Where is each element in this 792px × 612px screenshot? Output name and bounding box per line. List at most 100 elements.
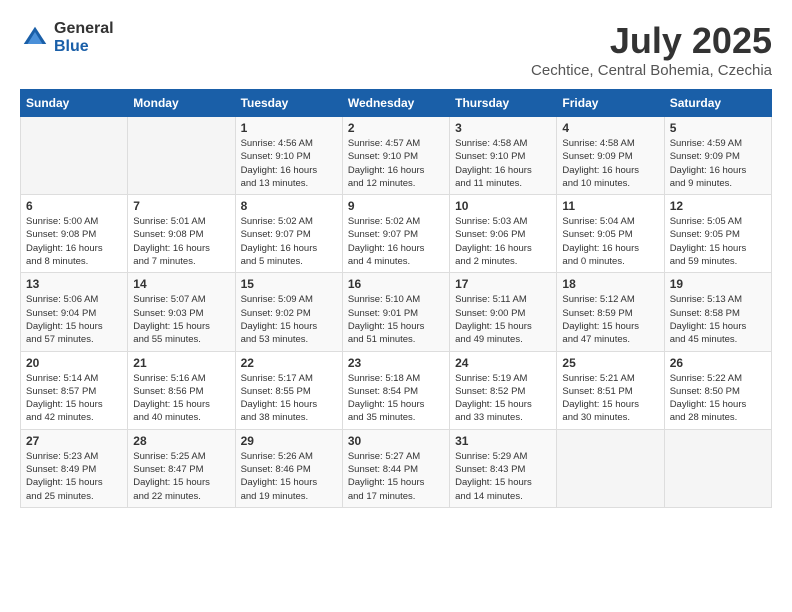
calendar-cell: 27Sunrise: 5:23 AM Sunset: 8:49 PM Dayli… bbox=[21, 429, 128, 507]
calendar-cell: 24 Sunrise: 5:19 AM Sunset: 8:52 PM Dayli… bbox=[450, 351, 557, 429]
calendar-cell: 16 Sunrise: 5:10 AM Sunset: 9:01 PM Dayli… bbox=[342, 273, 449, 351]
calendar-cell: 7Sunrise: 5:01 AM Sunset: 9:08 PM Daylig… bbox=[128, 195, 235, 273]
calendar-cell: 10Sunrise: 5:03 AM Sunset: 9:06 PM Dayli… bbox=[450, 195, 557, 273]
calendar-cell: 18 Sunrise: 5:12 AM Sunset: 8:59 PM Dayli… bbox=[557, 273, 664, 351]
calendar-cell bbox=[128, 117, 235, 195]
calendar-cell: 23Sunrise: 5:18 AM Sunset: 8:54 PM Dayli… bbox=[342, 351, 449, 429]
location-title: Cechtice, Central Bohemia, Czechia bbox=[531, 62, 772, 79]
calendar-cell: 29Sunrise: 5:26 AM Sunset: 8:46 PM Dayli… bbox=[235, 429, 342, 507]
day-number: 29 bbox=[241, 434, 337, 448]
calendar-cell: 12 Sunrise: 5:05 AM Sunset: 9:05 PM Dayli… bbox=[664, 195, 771, 273]
logo-icon bbox=[20, 23, 50, 53]
day-info: Sunrise: 4:56 AM Sunset: 9:10 PM Dayligh… bbox=[241, 137, 337, 190]
day-info: Sunrise: 5:17 AM Sunset: 8:55 PM Dayligh… bbox=[241, 372, 337, 425]
calendar-cell: 31 Sunrise: 5:29 AM Sunset: 8:43 PM Dayli… bbox=[450, 429, 557, 507]
day-number: 17 bbox=[455, 277, 551, 291]
day-number: 30 bbox=[348, 434, 444, 448]
week-row-3: 13 Sunrise: 5:06 AM Sunset: 9:04 PM Dayli… bbox=[21, 273, 772, 351]
header-monday: Monday bbox=[128, 90, 235, 117]
day-info: Sunrise: 5:12 AM Sunset: 8:59 PM Dayligh… bbox=[562, 293, 658, 346]
day-number: 8 bbox=[241, 199, 337, 213]
day-info: Sunrise: 5:25 AM Sunset: 8:47 PM Dayligh… bbox=[133, 450, 229, 503]
calendar-cell: 3Sunrise: 4:58 AM Sunset: 9:10 PM Daylig… bbox=[450, 117, 557, 195]
header-wednesday: Wednesday bbox=[342, 90, 449, 117]
day-number: 14 bbox=[133, 277, 229, 291]
header-tuesday: Tuesday bbox=[235, 90, 342, 117]
day-info: Sunrise: 5:01 AM Sunset: 9:08 PM Dayligh… bbox=[133, 215, 229, 268]
week-row-4: 20 Sunrise: 5:14 AM Sunset: 8:57 PM Dayli… bbox=[21, 351, 772, 429]
calendar-cell: 26 Sunrise: 5:22 AM Sunset: 8:50 PM Dayli… bbox=[664, 351, 771, 429]
day-number: 25 bbox=[562, 356, 658, 370]
month-title: July 2025 bbox=[531, 20, 772, 62]
calendar-cell: 4 Sunrise: 4:58 AM Sunset: 9:09 PM Daylig… bbox=[557, 117, 664, 195]
calendar-cell bbox=[664, 429, 771, 507]
week-row-5: 27Sunrise: 5:23 AM Sunset: 8:49 PM Dayli… bbox=[21, 429, 772, 507]
calendar-cell: 22Sunrise: 5:17 AM Sunset: 8:55 PM Dayli… bbox=[235, 351, 342, 429]
day-info: Sunrise: 4:59 AM Sunset: 9:09 PM Dayligh… bbox=[670, 137, 766, 190]
day-number: 5 bbox=[670, 121, 766, 135]
day-number: 18 bbox=[562, 277, 658, 291]
header-sunday: Sunday bbox=[21, 90, 128, 117]
day-number: 20 bbox=[26, 356, 122, 370]
day-number: 23 bbox=[348, 356, 444, 370]
header-thursday: Thursday bbox=[450, 90, 557, 117]
logo-general: General bbox=[54, 20, 114, 38]
calendar-cell: 6 Sunrise: 5:00 AM Sunset: 9:08 PM Daylig… bbox=[21, 195, 128, 273]
calendar-cell: 9 Sunrise: 5:02 AM Sunset: 9:07 PM Daylig… bbox=[342, 195, 449, 273]
day-number: 28 bbox=[133, 434, 229, 448]
day-number: 27 bbox=[26, 434, 122, 448]
day-number: 2 bbox=[348, 121, 444, 135]
day-info: Sunrise: 5:19 AM Sunset: 8:52 PM Dayligh… bbox=[455, 372, 551, 425]
day-info: Sunrise: 5:14 AM Sunset: 8:57 PM Dayligh… bbox=[26, 372, 122, 425]
day-info: Sunrise: 4:58 AM Sunset: 9:09 PM Dayligh… bbox=[562, 137, 658, 190]
calendar-cell: 11Sunrise: 5:04 AM Sunset: 9:05 PM Dayli… bbox=[557, 195, 664, 273]
week-row-1: 1 Sunrise: 4:56 AM Sunset: 9:10 PM Daylig… bbox=[21, 117, 772, 195]
logo-text: General Blue bbox=[54, 20, 114, 55]
day-info: Sunrise: 5:02 AM Sunset: 9:07 PM Dayligh… bbox=[348, 215, 444, 268]
day-number: 6 bbox=[26, 199, 122, 213]
day-info: Sunrise: 5:29 AM Sunset: 8:43 PM Dayligh… bbox=[455, 450, 551, 503]
calendar-cell: 17 Sunrise: 5:11 AM Sunset: 9:00 PM Dayli… bbox=[450, 273, 557, 351]
day-info: Sunrise: 5:16 AM Sunset: 8:56 PM Dayligh… bbox=[133, 372, 229, 425]
logo-blue: Blue bbox=[54, 38, 114, 56]
day-info: Sunrise: 5:07 AM Sunset: 9:03 PM Dayligh… bbox=[133, 293, 229, 346]
day-number: 9 bbox=[348, 199, 444, 213]
day-info: Sunrise: 5:04 AM Sunset: 9:05 PM Dayligh… bbox=[562, 215, 658, 268]
day-number: 21 bbox=[133, 356, 229, 370]
day-info: Sunrise: 5:05 AM Sunset: 9:05 PM Dayligh… bbox=[670, 215, 766, 268]
header-friday: Friday bbox=[557, 90, 664, 117]
day-number: 1 bbox=[241, 121, 337, 135]
calendar-cell: 14 Sunrise: 5:07 AM Sunset: 9:03 PM Dayli… bbox=[128, 273, 235, 351]
day-number: 19 bbox=[670, 277, 766, 291]
day-info: Sunrise: 5:02 AM Sunset: 9:07 PM Dayligh… bbox=[241, 215, 337, 268]
calendar-cell: 20 Sunrise: 5:14 AM Sunset: 8:57 PM Dayli… bbox=[21, 351, 128, 429]
calendar-cell: 1 Sunrise: 4:56 AM Sunset: 9:10 PM Daylig… bbox=[235, 117, 342, 195]
logo: General Blue bbox=[20, 20, 114, 55]
calendar-cell bbox=[557, 429, 664, 507]
day-info: Sunrise: 5:10 AM Sunset: 9:01 PM Dayligh… bbox=[348, 293, 444, 346]
calendar-cell: 15 Sunrise: 5:09 AM Sunset: 9:02 PM Dayli… bbox=[235, 273, 342, 351]
calendar-cell: 19Sunrise: 5:13 AM Sunset: 8:58 PM Dayli… bbox=[664, 273, 771, 351]
day-info: Sunrise: 4:57 AM Sunset: 9:10 PM Dayligh… bbox=[348, 137, 444, 190]
calendar-cell: 25 Sunrise: 5:21 AM Sunset: 8:51 PM Dayli… bbox=[557, 351, 664, 429]
day-info: Sunrise: 5:21 AM Sunset: 8:51 PM Dayligh… bbox=[562, 372, 658, 425]
day-info: Sunrise: 5:27 AM Sunset: 8:44 PM Dayligh… bbox=[348, 450, 444, 503]
calendar-cell: 5 Sunrise: 4:59 AM Sunset: 9:09 PM Daylig… bbox=[664, 117, 771, 195]
week-row-2: 6 Sunrise: 5:00 AM Sunset: 9:08 PM Daylig… bbox=[21, 195, 772, 273]
day-number: 24 bbox=[455, 356, 551, 370]
day-info: Sunrise: 5:06 AM Sunset: 9:04 PM Dayligh… bbox=[26, 293, 122, 346]
day-number: 31 bbox=[455, 434, 551, 448]
calendar-cell: 2 Sunrise: 4:57 AM Sunset: 9:10 PM Daylig… bbox=[342, 117, 449, 195]
day-number: 12 bbox=[670, 199, 766, 213]
day-info: Sunrise: 5:00 AM Sunset: 9:08 PM Dayligh… bbox=[26, 215, 122, 268]
day-info: Sunrise: 5:09 AM Sunset: 9:02 PM Dayligh… bbox=[241, 293, 337, 346]
day-number: 16 bbox=[348, 277, 444, 291]
day-info: Sunrise: 5:11 AM Sunset: 9:00 PM Dayligh… bbox=[455, 293, 551, 346]
calendar-cell: 28 Sunrise: 5:25 AM Sunset: 8:47 PM Dayli… bbox=[128, 429, 235, 507]
day-info: Sunrise: 5:22 AM Sunset: 8:50 PM Dayligh… bbox=[670, 372, 766, 425]
day-number: 15 bbox=[241, 277, 337, 291]
day-number: 4 bbox=[562, 121, 658, 135]
day-number: 13 bbox=[26, 277, 122, 291]
day-number: 26 bbox=[670, 356, 766, 370]
header-saturday: Saturday bbox=[664, 90, 771, 117]
